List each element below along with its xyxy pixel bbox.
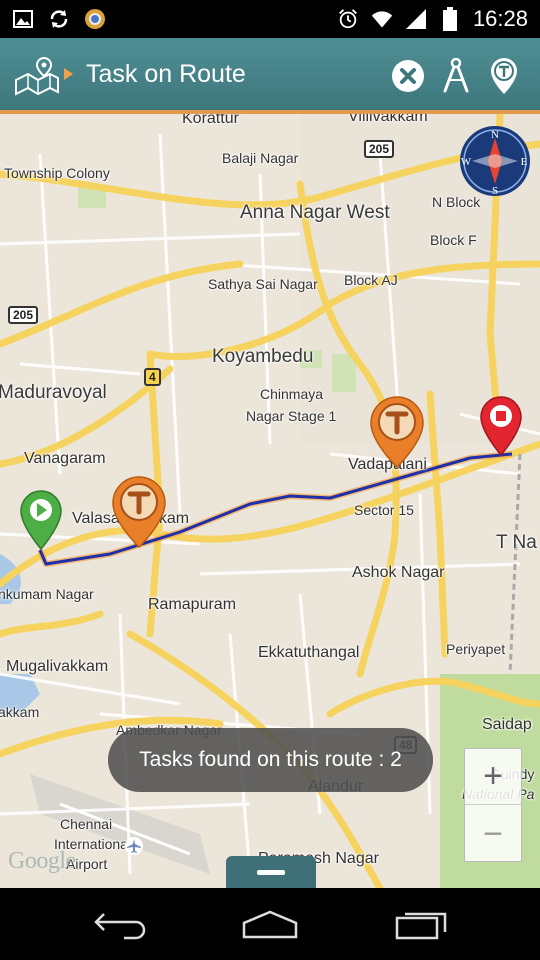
map-label: Villivakkam: [348, 114, 428, 125]
map-label: Balaji Nagar: [222, 150, 299, 166]
compass-icon[interactable]: N S W E: [458, 124, 532, 198]
action-bar: Task on Route: [0, 38, 540, 114]
status-clock: 16:28: [472, 6, 528, 31]
map-label: Maduravoyal: [0, 382, 107, 403]
map-label: Nagar Stage 1: [246, 408, 337, 424]
chrome-icon: [84, 8, 106, 30]
bottom-panel-handle[interactable]: [226, 856, 316, 888]
map-label: Mugalivakkam: [6, 658, 109, 675]
road-shield: 205: [364, 140, 395, 158]
destination-marker-icon[interactable]: [480, 396, 522, 461]
alarm-icon: [337, 8, 359, 30]
map-label: Periyapet: [446, 641, 506, 657]
map-view[interactable]: Korattur Villivakkam Balaji Nagar Townsh…: [0, 114, 540, 888]
map-label: Township Colony: [4, 165, 110, 181]
drafting-compass-icon[interactable]: [436, 56, 476, 96]
zoom-out-button[interactable]: −: [465, 806, 521, 862]
recents-icon[interactable]: [392, 904, 452, 944]
zoom-controls: + −: [464, 748, 522, 862]
navigation-bar: [0, 888, 540, 960]
status-bar: 16:28: [0, 0, 540, 38]
svg-text:W: W: [461, 156, 472, 168]
map-label: Block AJ: [344, 272, 398, 288]
road-shield: 4: [144, 368, 161, 386]
home-icon[interactable]: [240, 904, 300, 944]
airport-icon: [124, 836, 144, 861]
svg-text:S: S: [492, 185, 498, 197]
road-shield: 205: [8, 306, 39, 324]
start-marker-icon[interactable]: [20, 490, 62, 555]
sync-icon: [48, 8, 70, 30]
task-pin-icon[interactable]: [484, 56, 524, 96]
map-label: Chennai: [60, 816, 113, 832]
map-label: Ashok Nagar: [352, 564, 445, 581]
map-label: Sector 15: [354, 502, 414, 518]
toast-message: Tasks found on this route : 2: [108, 728, 433, 792]
back-icon[interactable]: [90, 904, 150, 944]
task-marker-icon[interactable]: [112, 476, 166, 553]
map-label: Anna Nagar West: [240, 202, 390, 223]
map-label: Ramapuram: [148, 596, 237, 613]
svg-text:E: E: [521, 156, 528, 168]
image-icon: [12, 8, 34, 30]
map-label: Korattur: [182, 114, 239, 127]
map-label: Block F: [430, 232, 477, 248]
signal-icon: [405, 8, 427, 30]
minus-icon: [257, 869, 285, 875]
close-icon[interactable]: [388, 56, 428, 96]
up-caret-icon: [64, 68, 73, 80]
zoom-in-button[interactable]: +: [465, 749, 521, 805]
task-marker-icon[interactable]: [370, 396, 424, 473]
map-label: Chinmaya: [260, 386, 324, 402]
map-label: T Na: [496, 532, 537, 553]
map-label: Sathya Sai Nagar: [208, 276, 318, 292]
map-label: Ekkatuthangal: [258, 644, 360, 661]
page-title: Task on Route: [86, 60, 246, 88]
battery-icon: [439, 7, 461, 31]
map-label: akkam: [0, 704, 40, 720]
google-attribution: Google: [8, 848, 76, 874]
map-label: nkumam Nagar: [0, 586, 94, 602]
map-label: Saidap: [482, 716, 532, 733]
svg-text:N: N: [491, 129, 499, 141]
map-label: Koyambedu: [212, 346, 314, 367]
wifi-icon: [371, 8, 393, 30]
app-map-logo-icon[interactable]: [14, 56, 60, 96]
map-label: Vanagaram: [24, 450, 106, 467]
